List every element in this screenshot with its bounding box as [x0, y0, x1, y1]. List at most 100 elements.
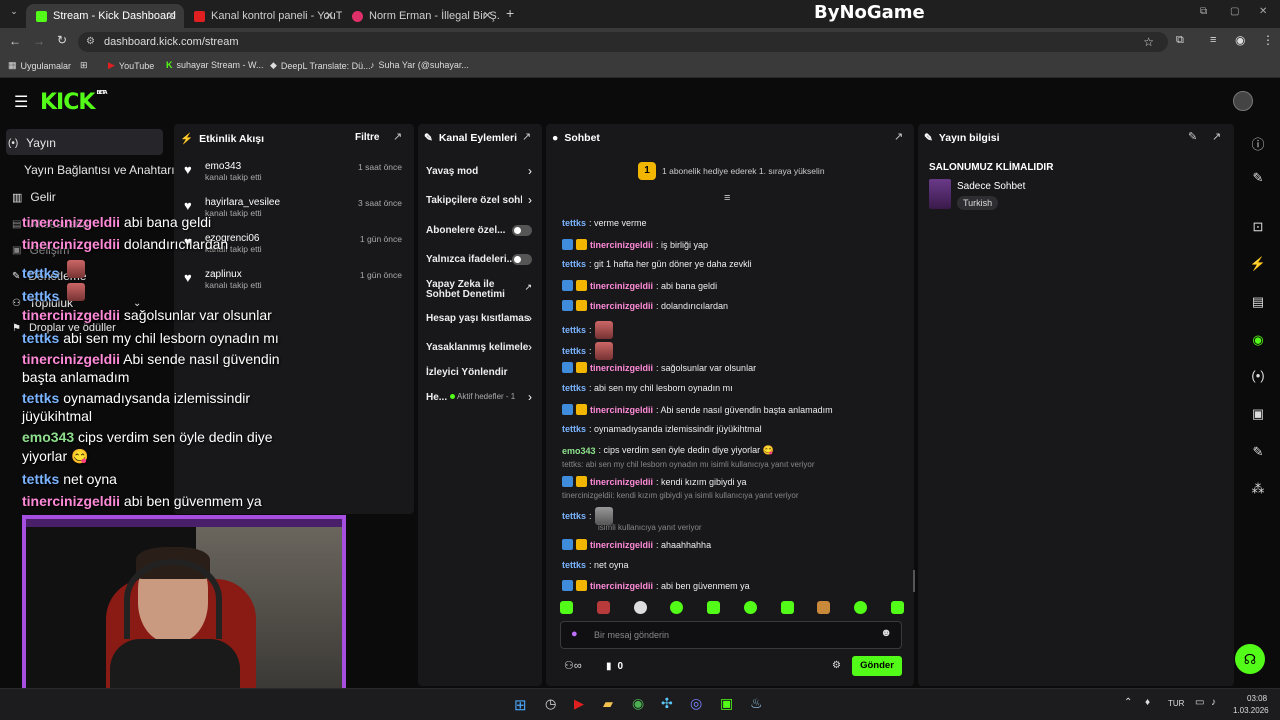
chat-username[interactable]: tettks [562, 346, 586, 356]
send-button[interactable]: Gönder [852, 656, 902, 676]
profile-icon[interactable]: ◉ [1235, 33, 1245, 47]
sidebar-item-revenue[interactable]: ▥ Gelir [12, 190, 56, 204]
emote-icon[interactable] [743, 601, 757, 614]
close-icon[interactable]: ✕ [483, 9, 492, 22]
app-icon[interactable]: ◷ [545, 696, 556, 712]
popout-icon[interactable]: ↗ [894, 130, 903, 143]
chat-username[interactable]: tinercinizgeldii [590, 405, 653, 415]
chat-username[interactable]: tinercinizgeldii [590, 581, 653, 591]
chrome-icon[interactable]: ◉ [632, 695, 644, 712]
chat-username[interactable]: tinercinizgeldii [590, 363, 653, 373]
document-icon[interactable]: ▤ [1240, 294, 1276, 310]
chat-username[interactable]: tettks [562, 325, 586, 335]
sidebar-item-stream[interactable]: (•) Yayın [8, 136, 56, 150]
emote-icon[interactable] [780, 601, 794, 614]
filter-button[interactable]: Filtre [355, 132, 379, 143]
bookmark-deepl[interactable]: ◆ DeepL Translate: Dü... [270, 60, 371, 71]
media-icon[interactable]: ≡ [1210, 34, 1216, 46]
bookmark-apps[interactable]: ▦ Uygulamalar [8, 60, 71, 71]
language-indicator[interactable]: TUR [1168, 699, 1184, 708]
emoji-icon[interactable]: ☻ [880, 627, 892, 639]
folder-icon[interactable]: ▰ [603, 696, 613, 712]
windows-start-icon[interactable]: ⊞ [514, 696, 527, 714]
capture-icon[interactable]: ⊡ [1240, 219, 1276, 235]
site-info-icon[interactable]: ⚙ [86, 32, 95, 52]
chat-username[interactable]: tettks [562, 218, 586, 228]
chat-username[interactable]: tinercinizgeldii [590, 477, 653, 487]
chat-scrollbar[interactable] [913, 570, 915, 592]
chat-username[interactable]: emo343 [562, 446, 596, 456]
tab-search-icon[interactable]: ⌄ [6, 6, 22, 22]
bookmark-youtube[interactable]: ▶ YouTube [108, 60, 154, 71]
chat-username[interactable]: tettks [562, 560, 586, 570]
window-restore-icon[interactable]: ▢ [1230, 6, 1239, 17]
url-field[interactable]: ⚙ dashboard.kick.com/stream ☆ [78, 32, 1168, 52]
network-icon[interactable]: ▭ [1195, 697, 1204, 708]
forward-icon[interactable]: → [33, 34, 45, 48]
reload-icon[interactable]: ↻ [57, 33, 67, 47]
popout-icon[interactable]: ↗ [393, 130, 402, 143]
tray-chevron-icon[interactable]: ⌃ [1124, 697, 1132, 708]
emotes-only-toggle[interactable] [512, 254, 532, 265]
sub-promo-banner[interactable]: 1 1 abonelik hediye ederek 1. sıraya yük… [638, 162, 825, 180]
chat-users-icon[interactable]: ⚇∞ [564, 659, 582, 672]
emote-icon[interactable] [560, 601, 573, 614]
close-icon[interactable]: ✕ [325, 9, 334, 22]
bookmark-grid[interactable]: ⊞ [80, 60, 88, 71]
emote-icon[interactable] [890, 601, 904, 614]
chat-username[interactable]: tinercinizgeldii [590, 301, 653, 311]
kick-logo[interactable]: KICK BETA [40, 90, 108, 115]
emote-icon[interactable] [670, 601, 684, 614]
quick-action-icon[interactable]: ⚡ [1240, 256, 1276, 272]
steam-icon[interactable]: ♨ [750, 695, 763, 712]
tab-kick-dashboard[interactable]: Stream - Kick Dashboard ✕ [26, 4, 184, 28]
bookmark-suhayar-stream[interactable]: Ksuhayar Stream - W... [166, 60, 264, 70]
youtube-app-icon[interactable]: ▶ [574, 696, 584, 712]
chat-settings-icon[interactable]: ⚙ [832, 660, 841, 671]
hamburger-menu-icon[interactable]: ☰ [14, 92, 28, 112]
info-icon[interactable]: ⓘ [1240, 134, 1276, 153]
wrench-icon[interactable]: ✎ [1240, 444, 1276, 460]
chat-username[interactable]: tinercinizgeldii [590, 240, 653, 250]
extensions-icon[interactable]: ⧉ [1176, 34, 1184, 47]
tab-youtube[interactable]: Kanal kontrol paneli - YouTube ✕ [184, 4, 342, 28]
emote-icon[interactable] [596, 601, 610, 614]
chat-username[interactable]: tettks [562, 259, 586, 269]
clock-time[interactable]: 03:08 [1247, 694, 1267, 703]
menu-icon[interactable]: ⋮ [1262, 33, 1274, 47]
window-close-icon[interactable]: ✕ [1259, 6, 1267, 17]
emote-icon[interactable] [817, 601, 831, 614]
bookmark-tiktok[interactable]: ♪ Suha Yar (@suhayar... [370, 60, 469, 70]
chat-username[interactable]: tinercinizgeldii [590, 281, 653, 291]
chat-username[interactable]: tettks [562, 424, 586, 434]
support-button[interactable]: ☊ [1235, 644, 1265, 674]
clock-date[interactable]: 1.03.2026 [1233, 706, 1269, 715]
broadcast-icon[interactable]: (•) [1240, 368, 1276, 383]
chat-username[interactable]: tinercinizgeldii [590, 540, 653, 550]
archive-icon[interactable]: ▣ [1240, 406, 1276, 422]
window-minimize-icon[interactable]: ⧉ [1200, 6, 1207, 17]
close-icon[interactable]: ✕ [167, 9, 176, 22]
chat-username[interactable]: tettks [562, 511, 586, 521]
subscribers-only-toggle[interactable] [512, 225, 532, 236]
edit-stream-icon[interactable]: ✎ [1240, 170, 1276, 186]
pinned-toggle-icon[interactable]: ≡ [724, 192, 730, 204]
sidebar-item-stream-key[interactable]: Yayın Bağlantısı ve Anahtarı [24, 163, 175, 177]
app-icon[interactable]: ▣ [720, 695, 733, 712]
microphone-icon[interactable]: ● [571, 628, 578, 640]
user-avatar[interactable] [1233, 91, 1253, 111]
emote-icon[interactable] [854, 601, 868, 614]
tab-norm-erman[interactable]: Norm Erman - İllegal Bir Ş... ✕ [342, 4, 500, 28]
app-icon[interactable]: ✣ [661, 695, 673, 712]
emote-icon[interactable] [707, 601, 721, 614]
popout-icon[interactable]: ↗ [1212, 130, 1221, 143]
new-tab-icon[interactable]: + [506, 5, 514, 21]
share-icon[interactable]: ⁂ [1240, 481, 1276, 497]
chat-icon[interactable]: ◉ [1240, 332, 1276, 348]
volume-icon[interactable]: ♪ [1211, 697, 1216, 708]
discord-icon[interactable]: ◎ [690, 695, 702, 712]
chat-input[interactable]: ● Bir mesaj gönderin ☻ [560, 621, 902, 649]
microphone-tray-icon[interactable]: ♦ [1145, 697, 1150, 708]
back-icon[interactable]: ← [9, 34, 21, 48]
popout-icon[interactable]: ↗ [522, 130, 531, 143]
